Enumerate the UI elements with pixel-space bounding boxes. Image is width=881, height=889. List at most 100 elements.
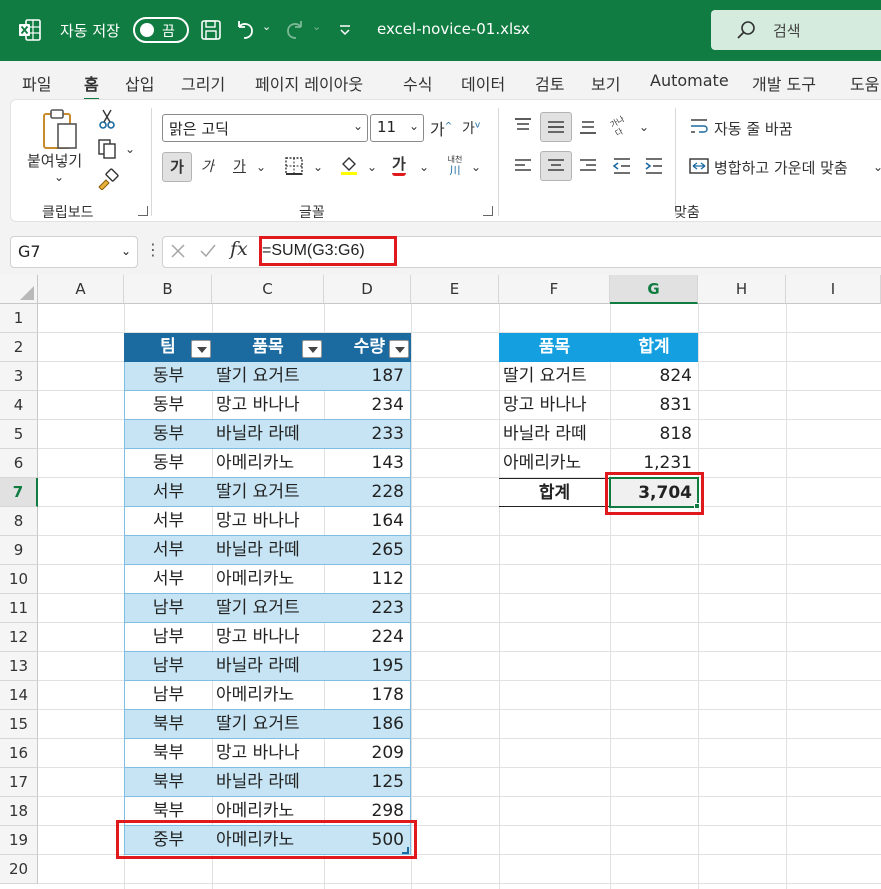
align-center-button[interactable] xyxy=(540,151,572,181)
tab-home[interactable]: 홈 xyxy=(84,71,99,101)
tab-review[interactable]: 검토 xyxy=(535,71,564,95)
merge-center-button[interactable]: 병합하고 가운데 맞춤 xyxy=(714,157,848,178)
font-size-combo[interactable]: 11 ⌄ xyxy=(370,114,424,142)
item-cell[interactable]: 망고 바나나 xyxy=(212,623,324,652)
row-header[interactable]: 8 xyxy=(0,507,38,536)
team-cell[interactable]: 북부 xyxy=(124,710,212,739)
borders-dropdown-icon[interactable]: ⌄ xyxy=(313,160,323,174)
tab-automate[interactable]: Automate xyxy=(650,71,729,90)
item-cell[interactable]: 아메리카노 xyxy=(212,565,324,594)
align-left-icon[interactable] xyxy=(512,156,534,176)
quantity-cell[interactable]: 125 xyxy=(324,768,411,797)
tab-developer[interactable]: 개발 도구 xyxy=(752,71,816,95)
font-color-dropdown-icon[interactable]: ⌄ xyxy=(419,160,429,174)
row-header[interactable]: 18 xyxy=(0,797,38,826)
summary-total-label[interactable]: 합계 xyxy=(499,478,610,507)
team-cell[interactable]: 서부 xyxy=(124,536,212,565)
fill-handle[interactable] xyxy=(694,503,700,509)
quantity-cell[interactable]: 265 xyxy=(324,536,411,565)
font-launcher-icon[interactable] xyxy=(483,206,493,216)
phonetic-dropdown-icon[interactable]: ⌄ xyxy=(471,160,481,174)
summary-item-cell[interactable]: 아메리카노 xyxy=(499,449,610,478)
tab-draw[interactable]: 그리기 xyxy=(181,71,225,95)
column-header-d[interactable]: D xyxy=(324,275,411,304)
increase-indent-icon[interactable] xyxy=(643,156,665,176)
item-cell[interactable]: 바닐라 라떼 xyxy=(212,652,324,681)
quantity-cell[interactable]: 187 xyxy=(324,362,411,391)
item-cell[interactable]: 아메리카노 xyxy=(212,681,324,710)
insert-function-icon[interactable]: fx xyxy=(230,238,248,260)
filename-chevron-icon[interactable]: ⌄ xyxy=(515,22,524,35)
row-header[interactable]: 19 xyxy=(0,826,38,855)
font-name-combo[interactable]: 맑은 고딕 ⌄ xyxy=(162,114,368,142)
quantity-cell[interactable]: 224 xyxy=(324,623,411,652)
column-header-i[interactable]: I xyxy=(786,275,881,304)
column-header-e[interactable]: E xyxy=(411,275,499,304)
team-cell[interactable]: 남부 xyxy=(124,652,212,681)
row-header[interactable]: 13 xyxy=(0,652,38,681)
underline-dropdown-icon[interactable]: ⌄ xyxy=(256,160,266,174)
name-box[interactable]: G7 ⌄ xyxy=(10,236,138,268)
quantity-cell[interactable]: 112 xyxy=(324,565,411,594)
team-cell[interactable]: 동부 xyxy=(124,391,212,420)
quantity-cell[interactable]: 223 xyxy=(324,594,411,623)
team-cell[interactable]: 서부 xyxy=(124,478,212,507)
autosave-toggle[interactable]: 끔 xyxy=(133,17,189,43)
summary-value-cell[interactable]: 831 xyxy=(610,391,698,420)
item-cell[interactable]: 딸기 요거트 xyxy=(212,362,324,391)
summary-item-cell[interactable]: 딸기 요거트 xyxy=(499,362,610,391)
team-cell[interactable]: 동부 xyxy=(124,420,212,449)
tab-page-layout[interactable]: 페이지 레이아웃 xyxy=(255,71,363,95)
wrap-text-button[interactable]: 자동 줄 바꿈 xyxy=(714,118,793,139)
paste-button[interactable]: 붙여넣기 xyxy=(27,150,82,171)
row-header[interactable]: 7 xyxy=(0,478,38,507)
row-header[interactable]: 12 xyxy=(0,623,38,652)
item-cell[interactable]: 아메리카노 xyxy=(212,797,324,826)
row-header[interactable]: 6 xyxy=(0,449,38,478)
copy-icon[interactable] xyxy=(97,138,119,160)
paste-dropdown-icon[interactable]: ⌄ xyxy=(54,170,64,184)
file-name[interactable]: excel-novice-01.xlsx xyxy=(377,20,530,38)
summary-header-item[interactable]: 품목 xyxy=(499,333,610,362)
search-box[interactable]: 검색 xyxy=(711,10,881,50)
summary-item-cell[interactable]: 바닐라 라떼 xyxy=(499,420,610,449)
italic-button[interactable]: 가 xyxy=(201,156,214,176)
summary-item-cell[interactable]: 망고 바나나 xyxy=(499,391,610,420)
save-icon[interactable] xyxy=(199,17,223,43)
column-header-a[interactable]: A xyxy=(38,275,124,304)
summary-value-cell[interactable]: 1,231 xyxy=(610,449,698,478)
tab-view[interactable]: 보기 xyxy=(591,71,620,95)
merge-center-icon[interactable] xyxy=(688,156,710,176)
item-cell[interactable]: 딸기 요거트 xyxy=(212,594,324,623)
merge-dropdown-icon[interactable]: ⌄ xyxy=(873,160,881,174)
align-top-icon[interactable] xyxy=(512,116,534,136)
wrap-text-icon[interactable] xyxy=(688,116,710,138)
quantity-cell[interactable]: 164 xyxy=(324,507,411,536)
team-cell[interactable]: 서부 xyxy=(124,565,212,594)
row-header[interactable]: 2 xyxy=(0,333,38,362)
quantity-cell[interactable]: 186 xyxy=(324,710,411,739)
summary-value-cell[interactable]: 824 xyxy=(610,362,698,391)
row-header[interactable]: 9 xyxy=(0,536,38,565)
row-header[interactable]: 4 xyxy=(0,391,38,420)
more-options-icon[interactable]: ⋮ xyxy=(145,240,161,259)
grow-font-button[interactable]: 가^ xyxy=(430,116,452,140)
cut-icon[interactable] xyxy=(97,108,117,130)
column-header-f[interactable]: F xyxy=(499,275,610,304)
fill-color-dropdown-icon[interactable]: ⌄ xyxy=(367,160,377,174)
team-cell[interactable]: 동부 xyxy=(124,362,212,391)
filter-dropdown-icon[interactable] xyxy=(389,340,409,358)
row-header[interactable]: 16 xyxy=(0,739,38,768)
quantity-cell[interactable]: 500 xyxy=(324,826,411,855)
team-cell[interactable]: 남부 xyxy=(124,623,212,652)
summary-value-cell[interactable]: 818 xyxy=(610,420,698,449)
column-header-b[interactable]: B xyxy=(124,275,212,304)
bold-button[interactable]: 가 xyxy=(162,152,192,182)
item-cell[interactable]: 망고 바나나 xyxy=(212,507,324,536)
select-all-button[interactable] xyxy=(0,275,38,304)
row-header[interactable]: 20 xyxy=(0,855,38,884)
quantity-cell[interactable]: 143 xyxy=(324,449,411,478)
row-header[interactable]: 1 xyxy=(0,304,38,333)
decrease-indent-icon[interactable] xyxy=(611,156,633,176)
copy-dropdown-icon[interactable]: ⌄ xyxy=(125,142,135,156)
